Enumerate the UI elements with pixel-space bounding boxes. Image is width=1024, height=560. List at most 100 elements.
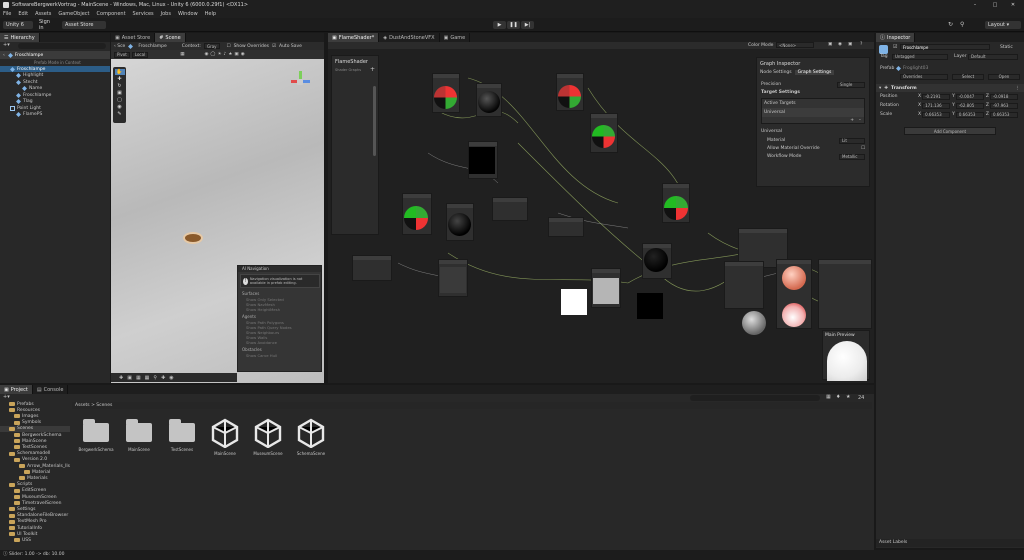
menu-item-component[interactable]: Component bbox=[97, 11, 126, 17]
drag-icon[interactable]: ✚ bbox=[161, 375, 165, 381]
transform-position-z-input[interactable]: -0.0918 bbox=[989, 93, 1018, 100]
back-arrow-icon[interactable]: ‹ bbox=[3, 53, 5, 58]
hierarchy-item[interactable]: FlamePS bbox=[0, 112, 110, 118]
2d-toggle-icon[interactable]: ◯ bbox=[210, 52, 215, 57]
material-dropdown[interactable]: Lit bbox=[839, 137, 865, 144]
filter-type-icon[interactable]: ▦ bbox=[826, 394, 831, 400]
tab-inspector[interactable]: ⓘ Inspector bbox=[876, 33, 916, 42]
transform-scale-y-input[interactable]: 0.66353 bbox=[955, 111, 984, 118]
ai-nav-section-header[interactable]: Surfaces bbox=[242, 291, 259, 296]
project-folder-item[interactable]: Materials bbox=[0, 475, 70, 481]
target-universal[interactable]: Universal bbox=[762, 108, 864, 117]
asset-labels-bar[interactable]: Asset Labels bbox=[876, 539, 1024, 547]
step-button[interactable]: ▶| bbox=[521, 21, 534, 29]
scene-breadcrumb[interactable]: Froschlampe bbox=[138, 44, 166, 49]
hierarchy-item[interactable]: Highlight bbox=[0, 73, 110, 79]
transform-rotation-y-input[interactable]: -62.805 bbox=[955, 102, 984, 109]
status-message[interactable]: Slider: 1.00 -> db: 10.00 bbox=[9, 552, 65, 557]
console-warning-icon[interactable]: ⓘ bbox=[3, 552, 8, 557]
scene-back-button[interactable]: ‹ Sce bbox=[114, 44, 125, 49]
scene-asset[interactable]: SchemaScene bbox=[293, 418, 329, 456]
hierarchy-item[interactable]: Name bbox=[0, 86, 110, 92]
main-preview-sphere[interactable] bbox=[827, 341, 867, 381]
scene-asset[interactable]: MuseumScene bbox=[250, 418, 286, 456]
frame-icon[interactable]: ▦ bbox=[136, 375, 141, 381]
scale-tool-icon[interactable]: ▣ bbox=[117, 90, 122, 96]
ai-nav-section-header[interactable]: Agents bbox=[242, 314, 256, 319]
project-folder-item[interactable]: Schemamodell bbox=[0, 451, 70, 457]
transform-position-y-input[interactable]: -0.0047 bbox=[955, 93, 984, 100]
audio-icon[interactable]: ♪ bbox=[224, 52, 227, 57]
tab-asset-store[interactable]: ▣ Asset Store bbox=[111, 33, 156, 42]
move-tool-icon[interactable]: ✚ bbox=[117, 76, 121, 82]
asset-store-button[interactable]: Asset Store bbox=[62, 21, 106, 29]
graph-node[interactable] bbox=[548, 217, 584, 237]
favorites-icon[interactable]: ★ bbox=[846, 394, 850, 400]
grid-icon[interactable]: ▦ bbox=[145, 375, 150, 381]
orientation-gizmo[interactable] bbox=[289, 71, 313, 93]
menu-item-services[interactable]: Services bbox=[133, 11, 154, 17]
search-icon[interactable]: ⚲ bbox=[960, 21, 964, 28]
prefab-asset-name[interactable]: Froglight03 bbox=[903, 66, 928, 71]
transform-menu-icon[interactable]: ⋮ bbox=[1016, 86, 1021, 91]
transform-rotation-z-input[interactable]: -97.963 bbox=[989, 102, 1018, 109]
allow-override-checkbox[interactable]: ☐ bbox=[861, 146, 865, 151]
context-dropdown[interactable]: Gray bbox=[203, 43, 220, 49]
transform-scale-z-input[interactable]: 0.66353 bbox=[989, 111, 1018, 118]
layout-dropdown[interactable]: Layout ▾ bbox=[985, 21, 1021, 29]
transform-rotation-x-input[interactable]: 171.136 bbox=[922, 102, 951, 109]
tab-console[interactable]: ▤ Console bbox=[33, 385, 69, 394]
scene-asset[interactable]: MainScene bbox=[207, 418, 243, 456]
folder-asset[interactable]: TestScenes bbox=[164, 418, 200, 452]
ai-nav-option[interactable]: Show Avoidance bbox=[246, 340, 277, 345]
graph-node[interactable] bbox=[724, 261, 764, 309]
master-stack-node[interactable] bbox=[818, 259, 872, 329]
local-dropdown[interactable]: Local bbox=[131, 51, 149, 58]
minimize-button[interactable]: – bbox=[968, 0, 982, 10]
camera-icon[interactable]: ▣ bbox=[234, 52, 238, 57]
folder-asset[interactable]: MainScene bbox=[121, 418, 157, 452]
add-target-button[interactable]: + bbox=[850, 118, 854, 123]
menu-item-edit[interactable]: Edit bbox=[18, 11, 28, 17]
project-search-input[interactable] bbox=[690, 395, 820, 401]
add-object-button[interactable]: +▾ bbox=[3, 42, 10, 48]
rect-icon[interactable]: ▣ bbox=[127, 375, 132, 381]
add-component-button[interactable]: Add Component bbox=[904, 127, 996, 135]
play-button[interactable]: ▶ bbox=[493, 21, 506, 29]
active-checkbox[interactable]: ☑ bbox=[893, 44, 897, 50]
hierarchy-search-input[interactable] bbox=[18, 43, 106, 49]
ai-nav-section-header[interactable]: Obstacles bbox=[242, 347, 262, 352]
hierarchy-root-row[interactable]: ‹ Froschlampe bbox=[0, 51, 110, 59]
move-handle-icon[interactable]: ✚ bbox=[119, 375, 123, 381]
project-folder-item[interactable]: Symbols bbox=[0, 420, 70, 426]
ai-nav-option[interactable]: Show HeightMesh bbox=[246, 307, 280, 312]
menu-item-jobs[interactable]: Jobs bbox=[161, 11, 171, 17]
menu-item-assets[interactable]: Assets bbox=[35, 11, 51, 17]
menu-item-gameobject[interactable]: GameObject bbox=[58, 11, 89, 17]
rotate-tool-icon[interactable]: ↻ bbox=[117, 83, 121, 89]
project-folder-item[interactable]: Resources bbox=[0, 407, 70, 413]
pivot-dropdown[interactable]: Pivot bbox=[114, 51, 130, 58]
folder-asset[interactable]: BergwerkSchema bbox=[78, 418, 114, 452]
project-folder-item[interactable]: USS bbox=[0, 537, 70, 543]
frog-lamp-object[interactable] bbox=[183, 232, 203, 244]
transform-scale-x-input[interactable]: 0.66353 bbox=[922, 111, 951, 118]
precision-dropdown[interactable]: Single bbox=[837, 81, 865, 88]
remove-target-button[interactable]: – bbox=[859, 118, 861, 123]
close-button[interactable]: ✕ bbox=[1006, 0, 1020, 10]
hierarchy-item[interactable]: Froschlampe bbox=[0, 92, 110, 98]
hierarchy-item[interactable]: Tlag bbox=[0, 99, 110, 105]
zoom-icon[interactable]: ⚲ bbox=[153, 375, 157, 381]
project-folder-item[interactable]: StandaloneFileBrowser bbox=[0, 513, 70, 519]
project-path[interactable]: Assets > Scenes bbox=[75, 403, 112, 408]
shading-icon[interactable]: ◉ bbox=[204, 52, 208, 57]
hierarchy-item[interactable]: Stecht bbox=[0, 79, 110, 85]
hierarchy-item[interactable]: Froschlampe bbox=[0, 66, 110, 72]
workflow-dropdown[interactable]: Metallic bbox=[839, 153, 865, 160]
hierarchy-item[interactable]: Point Light bbox=[0, 105, 110, 111]
graph-node[interactable] bbox=[492, 197, 528, 221]
project-folder-item[interactable]: TextMesh Pro bbox=[0, 519, 70, 525]
transform-position-x-input[interactable]: -0.2191 bbox=[922, 93, 951, 100]
tab-graph-settings[interactable]: Graph Settings bbox=[794, 70, 835, 75]
maximize-button[interactable]: □ bbox=[988, 0, 1002, 10]
